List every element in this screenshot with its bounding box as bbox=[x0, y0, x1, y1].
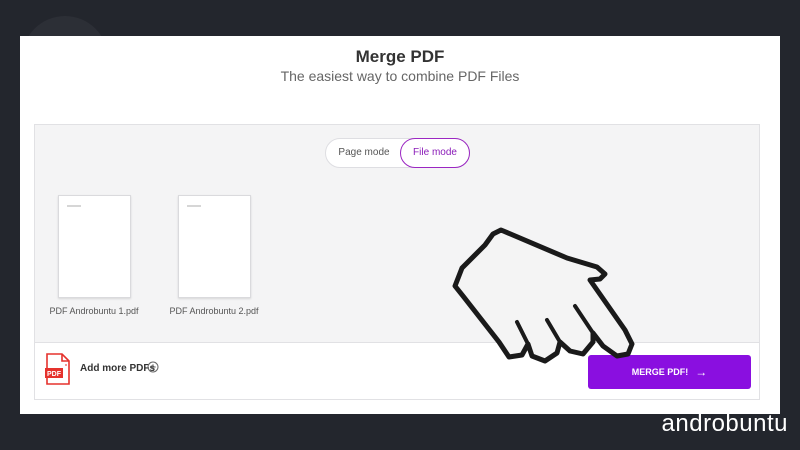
page-mode-button[interactable]: Page mode bbox=[332, 139, 396, 167]
file-mode-button[interactable]: File mode bbox=[400, 138, 470, 168]
androbuntu-watermark: androbuntu bbox=[661, 410, 788, 437]
thumbnail-text-line bbox=[186, 205, 201, 207]
file-thumbnail[interactable] bbox=[57, 195, 131, 298]
page-title: Merge PDF bbox=[355, 47, 445, 66]
file-thumbnail[interactable] bbox=[177, 195, 251, 298]
files-workspace: Page mode File mode PDF Androbuntu 1.pdf… bbox=[34, 124, 760, 400]
add-more-pdfs-link[interactable]: Add more PDFs bbox=[80, 363, 155, 374]
pdf-icon-label: PDF bbox=[47, 371, 62, 378]
action-bar: PDF Add more PDFs MERGE PDF! → bbox=[35, 342, 759, 399]
file-card[interactable]: PDF Androbuntu 2.pdf bbox=[169, 195, 259, 316]
plus-circle-icon[interactable] bbox=[147, 361, 159, 373]
mode-toggle: Page mode File mode bbox=[325, 138, 470, 168]
pointing-hand-icon bbox=[452, 227, 635, 364]
thumbnail-text-line bbox=[66, 205, 81, 207]
merge-pdf-panel: Merge PDF The easiest way to combine PDF… bbox=[20, 36, 780, 414]
arrow-right-icon: → bbox=[695, 365, 708, 379]
pdf-file-icon[interactable]: PDF bbox=[45, 353, 70, 385]
page-subtitle: The easiest way to combine PDF Files bbox=[280, 68, 520, 84]
file-card[interactable]: PDF Androbuntu 1.pdf bbox=[49, 195, 139, 316]
file-name: PDF Androbuntu 2.pdf bbox=[169, 306, 259, 316]
file-name: PDF Androbuntu 1.pdf bbox=[49, 306, 139, 316]
